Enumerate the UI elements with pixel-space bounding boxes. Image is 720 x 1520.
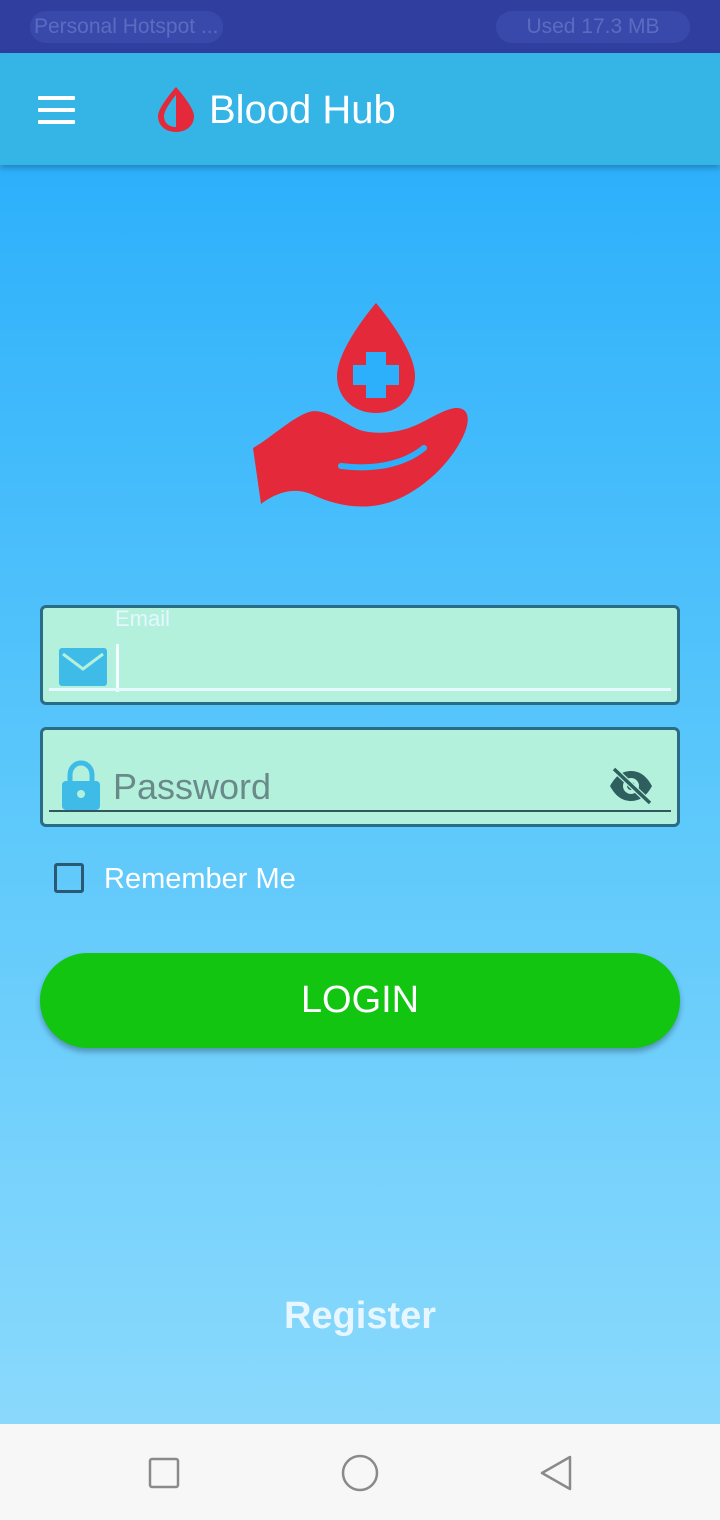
system-nav-bar — [0, 1424, 720, 1520]
login-screen: Email Password Remember Me LOGIN Registe… — [0, 165, 720, 1424]
square-recent-icon[interactable] — [140, 1449, 188, 1497]
hamburger-menu-icon[interactable] — [28, 83, 84, 135]
mail-icon — [59, 648, 107, 686]
circle-home-icon[interactable] — [336, 1449, 384, 1497]
app-bar: Blood Hub — [0, 53, 720, 165]
login-button[interactable]: LOGIN — [40, 953, 680, 1048]
hand-holding-blood-drop-icon — [253, 303, 468, 507]
text-cursor — [116, 644, 119, 692]
triangle-back-icon[interactable] — [532, 1449, 580, 1497]
password-placeholder: Password — [113, 766, 272, 807]
password-field[interactable]: Password — [40, 727, 680, 827]
remember-me-label[interactable]: Remember Me — [104, 862, 296, 896]
register-link[interactable]: Register — [0, 1295, 720, 1338]
lock-icon — [62, 760, 100, 810]
hotspot-indicator: Personal Hotspot ... — [30, 11, 223, 43]
data-usage-indicator: Used 17.3 MB — [496, 11, 690, 43]
remember-me-checkbox[interactable] — [54, 863, 84, 893]
email-field[interactable]: Email — [40, 605, 680, 705]
status-bar: Personal Hotspot ... Used 17.3 MB — [0, 0, 720, 53]
app-title: Blood Hub — [209, 88, 396, 132]
email-label: Email — [115, 606, 171, 631]
password-underline — [49, 810, 671, 812]
eye-off-icon[interactable] — [607, 766, 655, 806]
email-underline — [49, 688, 671, 691]
blood-drop-icon — [158, 87, 194, 132]
